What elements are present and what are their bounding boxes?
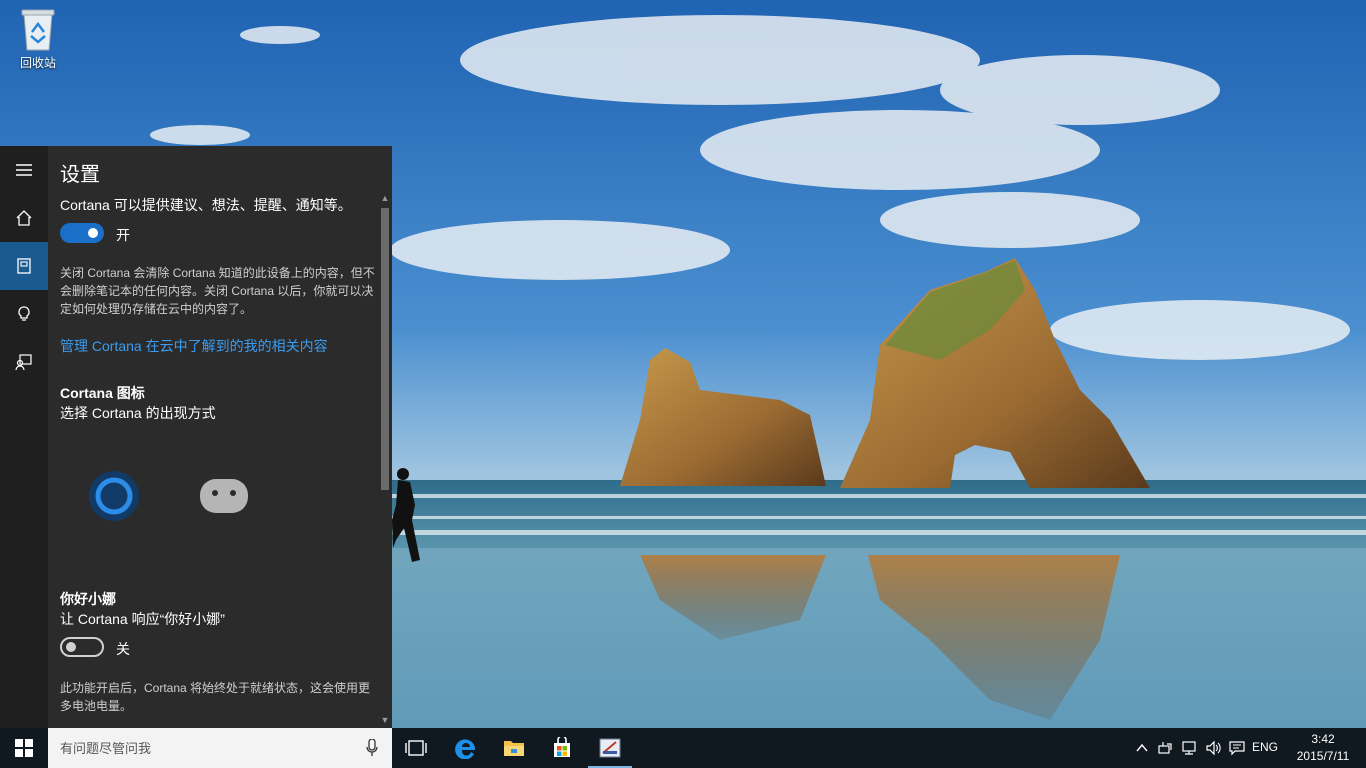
cortana-search-box[interactable] [48,728,392,768]
settings-content: 设置 Cortana 可以提供建议、想法、提醒、通知等。 开 关闭 Cortan… [60,146,378,728]
hamburger-menu-button[interactable] [0,146,48,194]
file-explorer-icon [504,741,524,756]
store-icon [554,737,570,757]
edge-icon [455,739,475,759]
network-icon [1182,741,1196,755]
action-center-icon [1229,741,1245,756]
suggestions-toggle-state: 开 [116,227,130,243]
edge-button[interactable] [442,728,490,768]
taskbar: ENG 3:42 2015/7/11 [0,728,1366,768]
file-explorer-button[interactable] [490,728,538,768]
store-button[interactable] [538,728,586,768]
reminders-button[interactable] [0,290,48,338]
running-app-button[interactable] [586,728,634,768]
tray-device-button[interactable] [1156,728,1174,768]
home-icon [16,210,32,226]
network-button[interactable] [1180,728,1198,768]
toggle-knob [66,642,76,652]
input-language-indicator[interactable]: ENG [1252,740,1278,754]
system-clock[interactable]: 3:42 2015/7/11 [1290,731,1356,765]
scroll-thumb[interactable] [381,208,389,490]
show-hidden-icons-button[interactable] [1134,728,1150,768]
cortana-face-option[interactable] [198,476,250,516]
manage-cloud-content-link[interactable]: 管理 Cortana 在云中了解到的我的相关内容 [60,336,328,356]
action-center-button[interactable] [1228,728,1246,768]
suggestions-toggle[interactable] [60,223,104,243]
home-button[interactable] [0,194,48,242]
hey-cortana-section-subtitle: 让 Cortana 响应“你好小娜” [60,611,225,627]
feedback-icon [15,354,32,371]
feedback-button[interactable] [0,338,48,386]
search-input[interactable] [60,738,350,758]
microphone-icon[interactable] [366,739,378,757]
notebook-icon [17,258,31,274]
tray-device-icon [1158,742,1172,754]
suggestions-note: 关闭 Cortana 会清除 Cortana 知道的此设备上的内容，但不会删除笔… [60,266,375,316]
cortana-circle-option[interactable] [88,470,140,522]
running-app-icon [599,738,621,758]
navigation-rail [0,146,48,728]
hey-cortana-note: 此功能开启后，Cortana 将始终处于就绪状态，这会使用更多电池电量。 [60,681,371,713]
task-view-icon [405,740,427,756]
hamburger-icon [16,164,32,176]
hey-cortana-toggle[interactable] [60,637,104,657]
clock-date: 2015/7/11 [1296,749,1350,763]
panel-scrollbar[interactable]: ▲ ▼ [378,146,392,728]
lightbulb-icon [18,306,30,321]
recycle-bin-icon [21,9,55,51]
volume-button[interactable] [1204,728,1222,768]
cortana-icon-section-subtitle: 选择 Cortana 的出现方式 [60,405,216,421]
cortana-face-icon [200,479,248,513]
cortana-settings-panel: 设置 Cortana 可以提供建议、想法、提醒、通知等。 开 关闭 Cortan… [0,146,392,728]
hey-cortana-toggle-state: 关 [116,641,130,657]
scroll-down-arrow-icon[interactable]: ▼ [379,714,391,726]
chevron-up-icon [1136,743,1148,752]
start-button[interactable] [0,728,48,768]
suggestions-description: Cortana 可以提供建议、想法、提醒、通知等。 [60,197,352,213]
volume-icon [1206,740,1221,756]
recycle-bin-shortcut[interactable]: 回收站 [8,6,68,78]
scroll-up-arrow-icon[interactable]: ▲ [379,192,391,204]
toggle-knob [88,228,98,238]
cortana-circle-icon [89,471,139,521]
hey-cortana-section-title: 你好小娜 [60,591,116,607]
notebook-button[interactable] [0,242,48,290]
clock-time: 3:42 [1311,732,1335,746]
recycle-bin-label: 回收站 [19,56,56,70]
page-title: 设置 [60,164,100,186]
cortana-icon-section-title: Cortana 图标 [60,385,145,401]
windows-logo-icon [15,739,33,757]
task-view-button[interactable] [392,728,440,768]
